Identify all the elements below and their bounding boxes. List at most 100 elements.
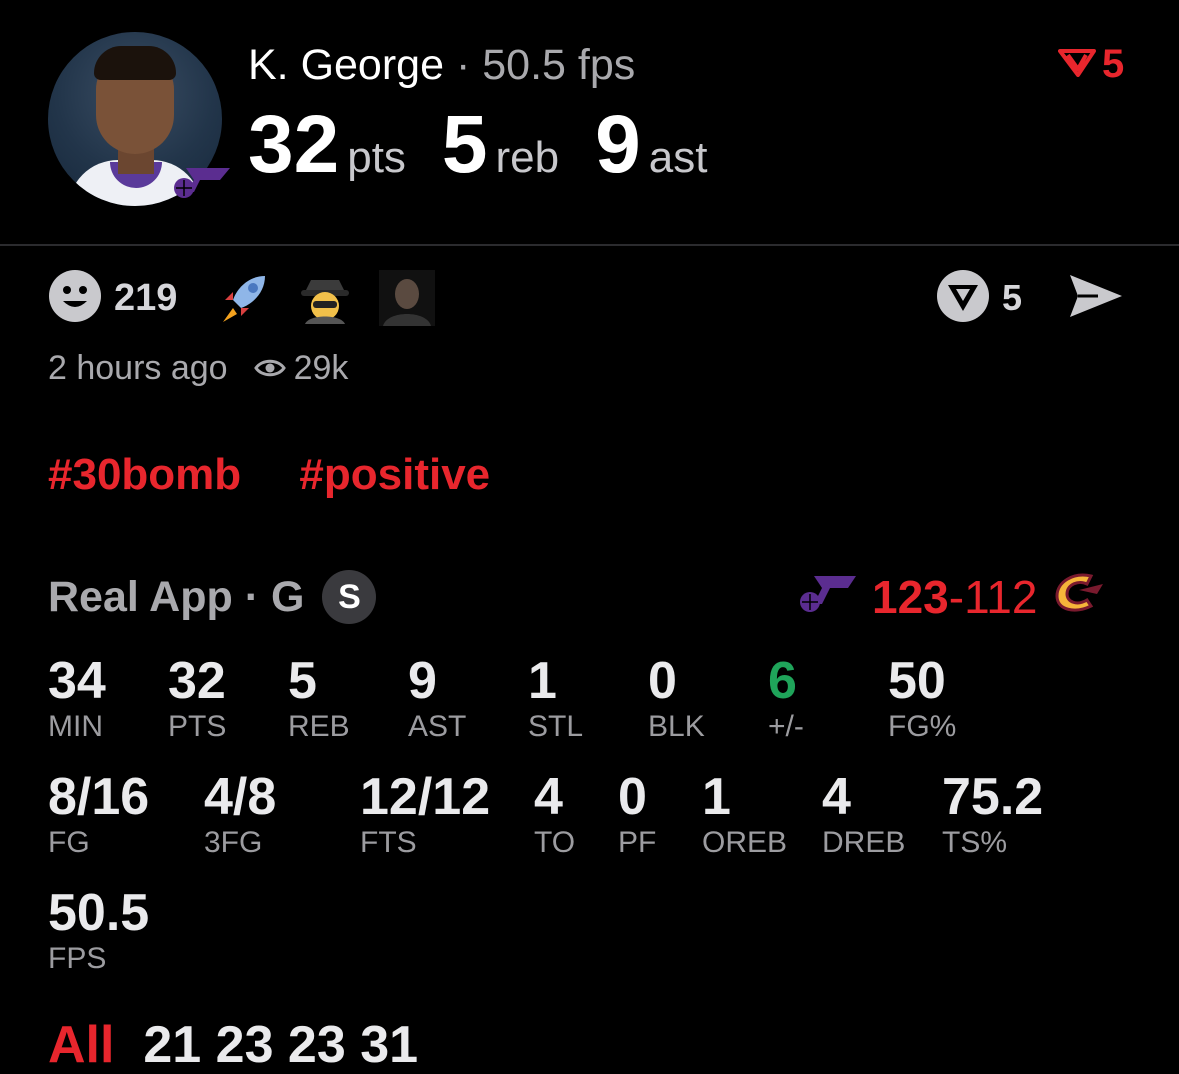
- stat-value: 34: [48, 652, 106, 710]
- view-count: 29k: [253, 348, 349, 388]
- stat-value: 1: [528, 652, 557, 710]
- stat-value: 8/16: [48, 768, 150, 826]
- stat-value: 4: [822, 768, 851, 826]
- share-row: 5: [936, 269, 1124, 328]
- headline-reb-unit: reb: [495, 133, 560, 182]
- hashtag-30bomb[interactable]: #30bomb: [48, 450, 241, 499]
- stat-value: 4/8: [204, 768, 277, 826]
- headline-pts-unit: pts: [347, 133, 406, 182]
- corner-vote-button[interactable]: 5: [1058, 42, 1124, 86]
- stat-value: 50: [888, 652, 946, 710]
- stat-value: 12/12: [360, 768, 491, 826]
- post-meta: 2 hours ago 29k: [48, 346, 348, 390]
- stat-fps: 50.5 FPS: [48, 884, 149, 976]
- avatar-hair: [94, 46, 176, 80]
- stat-value: 1: [702, 768, 731, 826]
- stat-reb: 5 REB: [288, 652, 350, 744]
- headline-stats: 32 pts 5 reb 9 ast: [248, 100, 743, 213]
- reaction-count[interactable]: 219: [114, 277, 177, 320]
- post-time: 2 hours ago: [48, 348, 228, 387]
- stat-value: 32: [168, 652, 226, 710]
- stat-fts: 12/12 FTS: [360, 768, 490, 860]
- source-app: Real App: [48, 572, 233, 621]
- stat-label: AST: [408, 710, 467, 743]
- stat-label: FG%: [888, 710, 957, 743]
- stat-blk: 0 BLK: [648, 652, 705, 744]
- header-divider: [0, 244, 1179, 246]
- stat-value: 0: [648, 652, 677, 710]
- cut-off-values: 21 23 23 31: [143, 1016, 419, 1074]
- fps-summary: 50.5 fps: [482, 41, 636, 89]
- stat-label: STL: [528, 710, 584, 743]
- stat-label: FG: [48, 826, 90, 859]
- stat-label: 3FG: [204, 826, 263, 859]
- share-count: 5: [1002, 277, 1023, 318]
- stat-plus-minus: 6 +/-: [768, 652, 804, 744]
- stat-label: OREB: [702, 826, 788, 859]
- rocket-emoji-icon[interactable]: [215, 270, 271, 326]
- stat-ts-pct: 75.2 TS%: [942, 768, 1043, 860]
- stat-label: REB: [288, 710, 350, 743]
- stat-label: BLK: [648, 710, 705, 743]
- stat-3fg: 4/8 3FG: [204, 768, 276, 860]
- eye-icon: [253, 349, 286, 388]
- cut-off-row: All 21 23 23 31: [48, 1016, 418, 1074]
- stat-label: TO: [534, 826, 576, 859]
- stat-ast: 9 AST: [408, 652, 466, 744]
- stat-fg-pct: 50 FG%: [888, 652, 956, 744]
- stat-fg: 8/16 FG: [48, 768, 149, 860]
- stat-value: 50.5: [48, 884, 150, 942]
- player-name-line: K. George · 50.5 fps: [248, 40, 635, 90]
- stat-value: 5: [288, 652, 317, 710]
- player-name[interactable]: K. George: [248, 41, 444, 89]
- cavaliers-logo-icon: [1051, 568, 1107, 627]
- player-position: G: [271, 572, 305, 621]
- stat-value: 6: [768, 652, 797, 710]
- hashtag-positive[interactable]: #positive: [299, 450, 490, 499]
- red-v-logo-icon: [1058, 47, 1096, 82]
- stat-label: +/-: [768, 710, 804, 743]
- stat-pf: 0 PF: [618, 768, 656, 860]
- stat-pts: 32 PTS: [168, 652, 226, 744]
- game-score[interactable]: 123-112: [796, 568, 1107, 626]
- stat-label: FTS: [360, 826, 417, 859]
- jazz-logo-icon: [796, 570, 858, 625]
- away-score: 112: [964, 571, 1038, 623]
- stat-label: DREB: [822, 826, 906, 859]
- headline-ast-unit: ast: [648, 133, 708, 182]
- stat-value: 4: [534, 768, 563, 826]
- source-line: Real App · G S: [48, 570, 377, 624]
- stat-stl: 1 STL: [528, 652, 583, 744]
- name-separator: ·: [455, 41, 471, 89]
- jazz-team-badge-icon: [172, 158, 232, 202]
- detective-emoji-icon[interactable]: [297, 270, 353, 326]
- stat-value: 9: [408, 652, 437, 710]
- smiley-icon[interactable]: [48, 269, 102, 328]
- stat-label: PTS: [168, 710, 227, 743]
- hashtag-list: #30bomb #positive: [48, 450, 536, 500]
- stat-min: 34 MIN: [48, 652, 106, 744]
- view-count-value: 29k: [293, 348, 349, 387]
- stat-oreb: 1 OREB: [702, 768, 787, 860]
- stat-label: FPS: [48, 942, 107, 975]
- home-score: 123: [872, 571, 949, 623]
- stat-value: 75.2: [942, 768, 1044, 826]
- headline-reb-value: 5: [441, 99, 488, 190]
- stat-label: PF: [618, 826, 657, 859]
- headline-ast-value: 9: [595, 99, 641, 190]
- cut-off-prefix: All: [48, 1016, 115, 1074]
- s-badge: S: [322, 570, 377, 624]
- v-circle-icon[interactable]: [936, 269, 990, 328]
- stat-label: TS%: [942, 826, 1008, 859]
- score-dash: -: [948, 571, 965, 623]
- reaction-row: 219: [48, 269, 461, 328]
- dark-face-emoji-icon[interactable]: [379, 270, 436, 326]
- headline-pts-value: 32: [248, 99, 340, 190]
- stat-to: 4 TO: [534, 768, 575, 860]
- stat-dreb: 4 DREB: [822, 768, 905, 860]
- corner-count: 5: [1102, 41, 1125, 86]
- send-icon[interactable]: [1068, 271, 1124, 326]
- stat-value: 0: [618, 768, 647, 826]
- source-separator: ·: [244, 572, 260, 621]
- stat-label: MIN: [48, 710, 103, 743]
